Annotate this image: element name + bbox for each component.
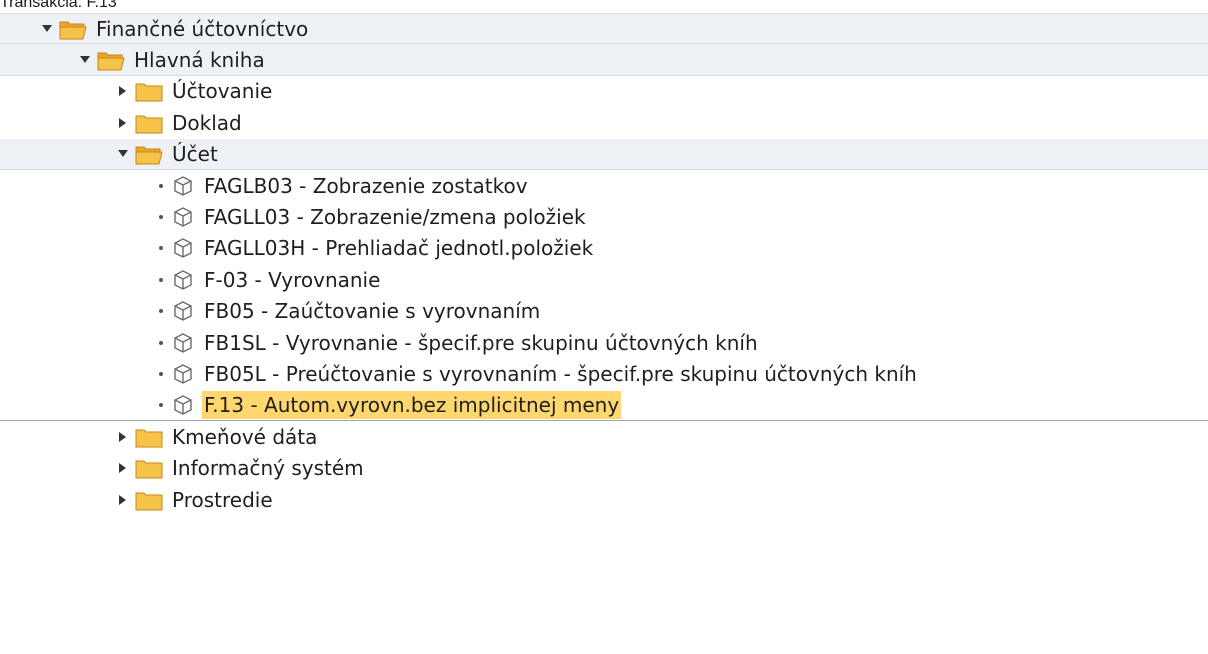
transaction-cube-icon: [174, 364, 192, 384]
tree-node-label: Hlavná kniha: [134, 47, 265, 72]
tree-node-label: FAGLL03 - Zobrazenie/zmena položiek: [204, 205, 586, 230]
tree-node-doklad[interactable]: Doklad: [0, 107, 1208, 139]
tree-node-fagll03h[interactable]: FAGLL03H - Prehliadač jednotl.položiek: [0, 232, 1208, 265]
transaction-cube-icon: [174, 332, 192, 353]
tree-node-fb05l[interactable]: FB05L - Preúčtovanie s vyrovnaním - špec…: [0, 358, 1208, 390]
transaction-caption: Transakcia: F.13: [0, 0, 117, 11]
transaction-cube-icon: [174, 395, 192, 415]
folder-closed-icon: [135, 460, 163, 479]
tree-node-uctovanie[interactable]: Účtovanie: [0, 75, 1208, 108]
transaction-cube-icon: [174, 238, 192, 259]
tree-node-label: FB1SL - Vyrovnanie - špecif.pre skupinu …: [204, 330, 758, 355]
transaction-cube-icon: [174, 301, 192, 321]
triangle-down-icon[interactable]: [78, 53, 92, 67]
tree-node-prostredie[interactable]: Prostredie: [0, 483, 1208, 516]
tree-node-informacny-system[interactable]: Informačný systém: [0, 452, 1208, 484]
tree-node-fb05[interactable]: FB05 - Zaúčtovanie s vyrovnaním: [0, 295, 1208, 327]
tree-node-label-selected: F.13 - Autom.vyrovn.bez implicitnej meny: [202, 390, 622, 419]
tree-node-kmenove-data[interactable]: Kmeňové dáta: [0, 421, 1208, 453]
tree-node-fb1sl[interactable]: FB1SL - Vyrovnanie - špecif.pre skupinu …: [0, 326, 1208, 359]
triangle-right-icon[interactable]: [116, 116, 130, 130]
triangle-right-icon[interactable]: [116, 493, 130, 507]
transaction-cube-icon: [174, 207, 192, 227]
folder-open-icon: [59, 21, 87, 40]
bullet-icon: [154, 210, 168, 224]
tree-node-financne-uctovnictvo[interactable]: Finančné účtovníctvo: [0, 13, 1208, 45]
tree-node-label: Prostredie: [172, 487, 273, 512]
tree-node-f13[interactable]: F.13 - Autom.vyrovn.bez implicitnej meny: [0, 389, 1208, 422]
tree-node-label: FAGLL03H - Prehliadač jednotl.položiek: [204, 236, 594, 261]
triangle-down-icon[interactable]: [116, 147, 130, 161]
tree-node-label: FB05 - Zaúčtovanie s vyrovnaním: [204, 299, 541, 324]
tree-node-label: Kmeňové dáta: [172, 424, 318, 449]
bullet-icon: [154, 398, 168, 412]
bullet-icon: [154, 367, 168, 381]
triangle-right-icon[interactable]: [116, 430, 130, 444]
tree-node-label: Účtovanie: [172, 79, 273, 104]
folder-closed-icon: [135, 492, 163, 511]
transaction-cube-icon: [174, 270, 192, 290]
transaction-cube-icon: [174, 175, 192, 196]
folder-closed-icon: [135, 115, 163, 134]
folder-closed-icon: [135, 429, 163, 448]
tree-node-f-03[interactable]: F-03 - Vyrovnanie: [0, 264, 1208, 296]
tree-node-label: FAGLB03 - Zobrazenie zostatkov: [204, 173, 528, 198]
bullet-icon: [154, 179, 168, 193]
tree-node-fagll03[interactable]: FAGLL03 - Zobrazenie/zmena položiek: [0, 201, 1208, 233]
bullet-icon: [154, 336, 168, 350]
tree-node-label: Finančné účtovníctvo: [96, 16, 309, 41]
tree-node-label: Informačný systém: [172, 456, 364, 481]
tree-node-label: F-03 - Vyrovnanie: [204, 267, 381, 292]
tree-node-faglb03[interactable]: FAGLB03 - Zobrazenie zostatkov: [0, 169, 1208, 202]
triangle-down-icon[interactable]: [40, 22, 54, 36]
tree-node-label: Účet: [172, 141, 218, 166]
tree-node-hlavna-kniha[interactable]: Hlavná kniha: [0, 44, 1208, 76]
tree-node-label: FB05L - Preúčtovanie s vyrovnaním - špec…: [204, 361, 917, 386]
folder-open-icon: [135, 146, 163, 165]
tree-node-ucet[interactable]: Účet: [0, 138, 1208, 170]
tree-node-label: Doklad: [172, 110, 242, 135]
triangle-right-icon[interactable]: [116, 84, 130, 98]
folder-open-icon: [97, 52, 125, 71]
triangle-right-icon[interactable]: [116, 461, 130, 475]
bullet-icon: [154, 304, 168, 318]
bullet-icon: [154, 273, 168, 287]
folder-closed-icon: [135, 83, 163, 102]
sap-menu-tree: Finančné účtovníctvo Hlavná kniha Účtova…: [0, 13, 1208, 516]
bullet-icon: [154, 241, 168, 255]
